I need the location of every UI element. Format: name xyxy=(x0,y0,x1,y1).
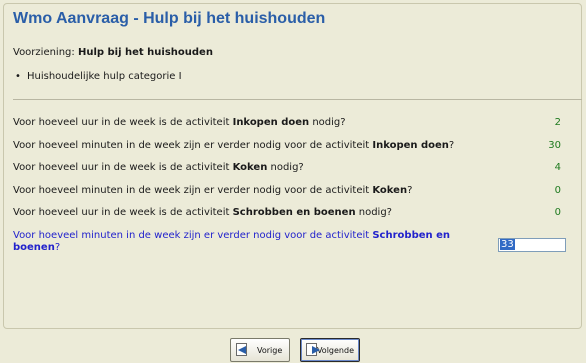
active-question-row: Voor hoeveel minuten in de week zijn er … xyxy=(13,230,473,254)
question-suffix: ? xyxy=(54,242,61,253)
question-activity: Koken xyxy=(232,162,268,173)
page-title: Wmo Aanvraag - Hulp bij het huishouden xyxy=(13,10,326,27)
voorziening-line: Voorziening: Hulp bij het huishouden xyxy=(13,47,213,58)
question-suffix: ? xyxy=(407,185,413,196)
next-button[interactable]: Volgende xyxy=(300,338,360,362)
minutes-input[interactable]: 33 xyxy=(498,238,566,252)
question-text: Voor hoeveel minuten in de week zijn er … xyxy=(13,230,373,241)
question-row: Voor hoeveel uur in de week is de activi… xyxy=(13,117,483,128)
divider xyxy=(13,99,582,100)
question-suffix: nodig? xyxy=(267,162,304,173)
question-suffix: ? xyxy=(448,140,455,151)
arrow-right-icon xyxy=(306,343,320,357)
answer-value: 2 xyxy=(554,117,561,128)
question-text: Voor hoeveel uur in de week is de activi… xyxy=(13,162,233,173)
question-row: Voor hoeveel minuten in de week zijn er … xyxy=(13,185,483,196)
question-activity: Inkopen doen xyxy=(232,117,310,128)
question-row: Voor hoeveel uur in de week is de activi… xyxy=(13,162,483,173)
form-panel: Wmo Aanvraag - Hulp bij het huishouden V… xyxy=(3,3,582,329)
next-button-label: Volgende xyxy=(316,345,354,355)
voorziening-value: Hulp bij het huishouden xyxy=(77,47,213,58)
question-row: Voor hoeveel minuten in de week zijn er … xyxy=(13,140,483,151)
question-row: Voor hoeveel uur in de week is de activi… xyxy=(13,207,483,218)
question-text: Voor hoeveel minuten in de week zijn er … xyxy=(13,140,373,151)
question-activity: Koken xyxy=(372,185,408,196)
question-text: Voor hoeveel uur in de week is de activi… xyxy=(13,207,233,218)
question-text: Voor hoeveel minuten in de week zijn er … xyxy=(13,185,373,196)
answer-value: 30 xyxy=(548,140,561,151)
previous-button-label: Vorige xyxy=(257,345,283,355)
question-suffix: nodig? xyxy=(355,207,392,218)
answer-value: 0 xyxy=(554,207,561,218)
question-text: Voor hoeveel uur in de week is de activi… xyxy=(13,117,233,128)
input-selected-text: 33 xyxy=(500,239,515,250)
question-activity: Schrobben en boenen xyxy=(232,207,356,218)
previous-button[interactable]: Vorige xyxy=(230,338,290,362)
question-suffix: nodig? xyxy=(309,117,346,128)
voorziening-label: Voorziening: xyxy=(13,47,78,58)
arrow-left-icon xyxy=(236,343,252,357)
answer-value: 4 xyxy=(554,162,561,173)
category-label: Huishoudelijke hulp categorie I xyxy=(27,71,182,82)
question-activity: Inkopen doen xyxy=(372,140,449,151)
category-list-item: • Huishoudelijke hulp categorie I xyxy=(15,71,182,82)
answer-value: 0 xyxy=(554,185,561,196)
bullet-icon: • xyxy=(15,71,21,82)
